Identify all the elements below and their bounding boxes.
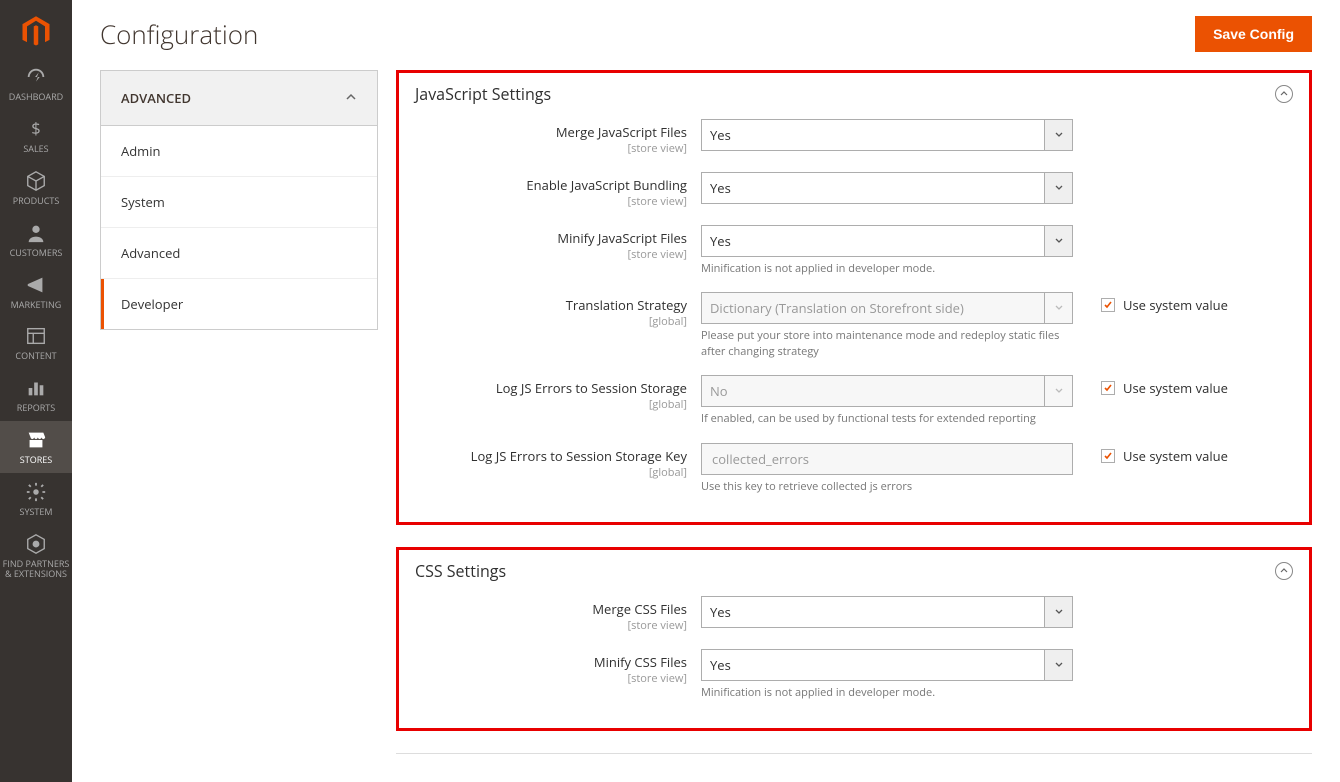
select-translation-strategy: Dictionary (Translation on Storefront si… <box>701 292 1073 324</box>
nav-customers[interactable]: CUSTOMERS <box>0 214 72 266</box>
fieldset-javascript-settings: JavaScript Settings Merge JavaScript Fil… <box>396 70 1312 525</box>
chevron-down-icon <box>1044 650 1072 680</box>
fieldset-head-js[interactable]: JavaScript Settings <box>411 73 1297 111</box>
chevron-down-icon <box>1044 597 1072 627</box>
checkbox-use-system-translation[interactable] <box>1101 298 1115 312</box>
nav-system[interactable]: SYSTEM <box>0 473 72 525</box>
magento-logo[interactable] <box>18 8 54 58</box>
checkbox-use-system-log[interactable] <box>1101 381 1115 395</box>
page-title: Configuration <box>100 16 258 52</box>
admin-nav: DASHBOARD $SALES PRODUCTS CUSTOMERS MARK… <box>0 0 72 782</box>
svg-text:$: $ <box>31 118 40 140</box>
label-minify-js: Minify JavaScript Files <box>411 229 687 247</box>
label-log-js-key: Log JS Errors to Session Storage Key <box>411 447 687 465</box>
collapse-icon <box>1275 562 1293 580</box>
nav-partners[interactable]: FIND PARTNERS & EXTENSIONS <box>0 525 72 587</box>
nav-stores[interactable]: STORES <box>0 421 72 473</box>
config-nav-system[interactable]: System <box>101 177 377 228</box>
select-minify-js[interactable]: Yes <box>701 225 1073 257</box>
chevron-down-icon <box>1044 173 1072 203</box>
collapse-icon <box>1275 85 1293 103</box>
fieldset-head-css[interactable]: CSS Settings <box>411 550 1297 588</box>
config-nav-heading-advanced[interactable]: ADVANCED <box>101 71 377 126</box>
config-nav-admin[interactable]: Admin <box>101 126 377 177</box>
select-merge-css[interactable]: Yes <box>701 596 1073 628</box>
chevron-down-icon <box>1044 293 1072 323</box>
nav-products[interactable]: PRODUCTS <box>0 162 72 214</box>
chevron-down-icon <box>1044 120 1072 150</box>
label-translation-strategy: Translation Strategy <box>411 296 687 314</box>
nav-sales[interactable]: $SALES <box>0 110 72 162</box>
divider <box>396 753 1312 754</box>
label-bundle-js: Enable JavaScript Bundling <box>411 176 687 194</box>
label-merge-js: Merge JavaScript Files <box>411 123 687 141</box>
select-log-js-errors: No <box>701 375 1073 407</box>
config-nav-advanced[interactable]: Advanced <box>101 228 377 279</box>
chevron-down-icon <box>1044 226 1072 256</box>
input-log-js-key: collected_errors <box>701 443 1073 475</box>
save-config-button[interactable]: Save Config <box>1195 16 1312 52</box>
select-minify-css[interactable]: Yes <box>701 649 1073 681</box>
config-nav-developer[interactable]: Developer <box>101 279 377 329</box>
nav-dashboard[interactable]: DASHBOARD <box>0 58 72 110</box>
nav-marketing[interactable]: MARKETING <box>0 266 72 318</box>
select-merge-js[interactable]: Yes <box>701 119 1073 151</box>
chevron-up-icon <box>345 89 357 107</box>
checkbox-use-system-logkey[interactable] <box>1101 449 1115 463</box>
label-log-js-errors: Log JS Errors to Session Storage <box>411 379 687 397</box>
config-nav: ADVANCED Admin System Advanced Developer <box>100 70 378 330</box>
select-bundle-js[interactable]: Yes <box>701 172 1073 204</box>
label-merge-css: Merge CSS Files <box>411 600 687 618</box>
nav-reports[interactable]: REPORTS <box>0 369 72 421</box>
chevron-down-icon <box>1044 376 1072 406</box>
label-minify-css: Minify CSS Files <box>411 653 687 671</box>
nav-content[interactable]: CONTENT <box>0 317 72 369</box>
fieldset-css-settings: CSS Settings Merge CSS Files[store view]… <box>396 547 1312 731</box>
